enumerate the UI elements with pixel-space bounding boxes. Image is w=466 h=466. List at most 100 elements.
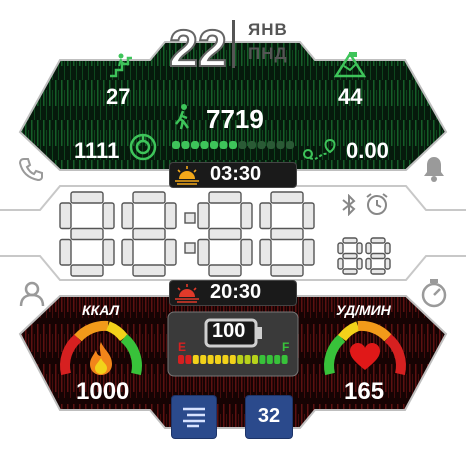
seven-segment — [121, 202, 134, 230]
seven-segment — [70, 191, 104, 204]
time-colon-dot — [184, 242, 196, 254]
steps-progress-segment — [172, 141, 180, 149]
stairs-icon — [110, 53, 132, 78]
seven-segment — [270, 227, 304, 241]
sunrise-time: 03:30 — [210, 163, 262, 185]
battery-level-segment — [281, 355, 288, 364]
seven-segment — [356, 242, 363, 255]
battery-level-segment — [244, 355, 251, 364]
seven-segment — [342, 252, 358, 260]
seven-segment — [197, 238, 210, 266]
calories-label: ККАЛ — [82, 302, 120, 318]
battery-level-segment — [185, 355, 192, 364]
battery-percent: 100 — [212, 320, 246, 342]
alarm-icon — [366, 193, 388, 215]
distance-left-value: 1111 — [74, 138, 120, 163]
battery-level-segment — [222, 355, 229, 364]
battery-level-segment — [207, 355, 214, 364]
battery-level-segment — [266, 355, 273, 364]
watch-face: 22 ЯНВ ПНД 27 44 7719 1111 0.00 03:30 20… — [0, 0, 466, 466]
steps-progress-segment — [191, 141, 199, 149]
steps-progress-bar — [172, 141, 294, 149]
seven-segment — [370, 268, 386, 275]
bluetooth-icon — [342, 194, 356, 216]
heart-icon — [350, 343, 380, 370]
steps-value: 7719 — [206, 104, 264, 134]
steps-progress-segment — [248, 141, 256, 149]
seven-segment — [337, 257, 344, 270]
sunset-time: 20:30 — [210, 281, 262, 303]
battery-level-segment — [192, 355, 199, 364]
flame-icon — [90, 342, 112, 375]
steps-progress-segment — [286, 141, 294, 149]
seven-segment — [370, 252, 386, 260]
time-colon-dot — [184, 212, 196, 224]
steps-progress-segment — [238, 141, 247, 149]
distance-icon[interactable] — [128, 132, 158, 162]
seven-segment — [259, 202, 272, 230]
battery-level-segment — [215, 355, 221, 364]
calories-value: 1000 — [76, 378, 130, 405]
battery-level-segment — [259, 355, 266, 364]
seven-segment — [302, 202, 315, 230]
seven-segment — [208, 227, 242, 241]
heart-value: 165 — [344, 378, 385, 405]
seven-segment — [102, 202, 115, 230]
battery-level-segment — [178, 355, 184, 364]
walk-icon — [175, 104, 190, 130]
seven-segment — [59, 238, 72, 266]
seven-segment — [164, 238, 177, 266]
seconds-display — [337, 237, 391, 275]
battery-empty-label: E — [178, 340, 187, 354]
seven-segment — [197, 202, 210, 230]
seven-segment — [132, 264, 166, 277]
stopwatch-icon[interactable] — [420, 278, 448, 308]
sunset-icon — [175, 284, 199, 303]
menu-button[interactable] — [172, 396, 216, 438]
floors-value: 27 — [106, 84, 131, 109]
seven-segment — [164, 202, 177, 230]
steps-progress-segment — [276, 141, 285, 149]
main-time-display — [59, 191, 315, 277]
heart-label: УД/МИН — [336, 302, 391, 318]
altitude-value: 44 — [338, 84, 363, 109]
seven-segment — [102, 238, 115, 266]
battery-level-segment — [274, 355, 281, 364]
seven-segment — [240, 238, 253, 266]
notifications-button[interactable]: 32 — [246, 396, 292, 438]
seven-segment — [70, 227, 104, 241]
person-icon[interactable] — [18, 280, 46, 308]
bell-icon[interactable] — [420, 154, 448, 184]
seven-segment — [337, 242, 344, 255]
battery-level-segment — [229, 355, 236, 364]
steps-progress-segment — [181, 141, 190, 149]
battery-level-segment — [200, 355, 207, 364]
steps-progress-segment — [229, 141, 237, 149]
date-weekday: ПНД — [248, 44, 288, 63]
route-icon — [303, 138, 336, 160]
seven-segment — [132, 227, 166, 241]
steps-progress-segment — [267, 141, 275, 149]
notification-count: 32 — [257, 405, 281, 427]
seven-segment — [384, 257, 391, 270]
steps-progress-segment — [210, 141, 218, 149]
seven-segment — [240, 202, 253, 230]
seven-segment — [270, 191, 304, 204]
battery-level-segment — [252, 355, 258, 364]
date-month: ЯНВ — [248, 20, 288, 39]
seven-segment — [365, 242, 372, 255]
menu-icon — [183, 407, 205, 428]
steps-progress-segment — [257, 141, 266, 149]
seven-segment — [365, 257, 372, 270]
seven-segment — [208, 191, 242, 204]
phone-icon[interactable] — [18, 156, 44, 182]
distance-right-value: 0.00 — [346, 138, 389, 163]
seven-segment — [342, 268, 358, 275]
seven-segment — [342, 237, 358, 244]
steps-progress-segment — [200, 141, 209, 149]
seven-segment — [70, 264, 104, 277]
seven-segment — [302, 238, 315, 266]
date-day: 22 — [170, 18, 226, 72]
battery-level-bar — [178, 355, 288, 364]
seven-segment — [121, 238, 134, 266]
